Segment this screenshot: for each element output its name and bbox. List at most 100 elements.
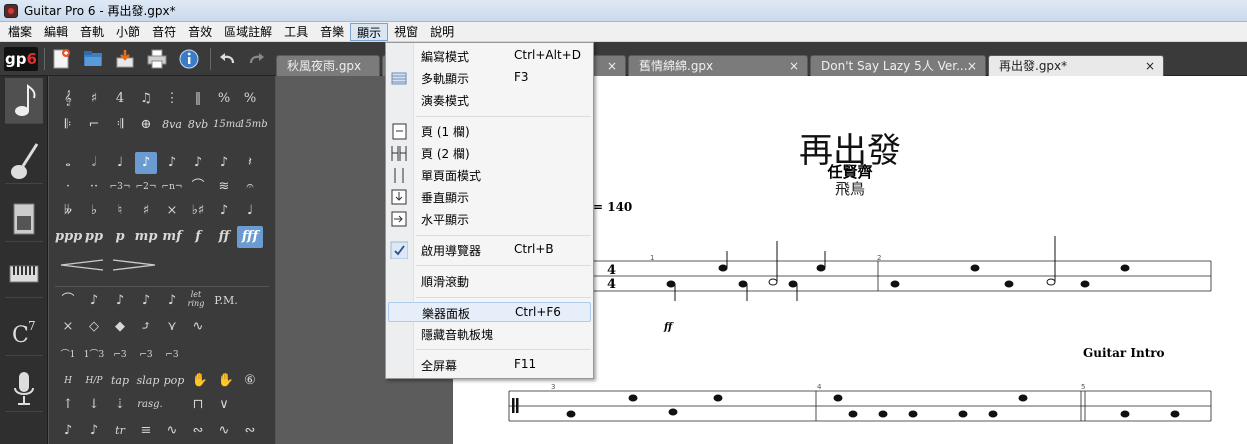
- clef-icon[interactable]: 𝄞: [57, 88, 79, 110]
- eighth-note-icon[interactable]: ♪: [135, 152, 157, 174]
- gp6-logo[interactable]: gp6: [4, 47, 38, 71]
- time-signature-icon[interactable]: 4: [109, 88, 131, 110]
- triplet-feel-icon[interactable]: ♫: [135, 88, 157, 110]
- menu-edit[interactable]: 編輯: [38, 23, 74, 41]
- close-tab-icon[interactable]: ×: [607, 56, 617, 76]
- menu-window[interactable]: 視窗: [388, 23, 424, 41]
- alternate-ending-icon[interactable]: ⌐: [83, 114, 105, 136]
- menu-item-multitrack[interactable]: 多軌顯示 F3: [388, 68, 591, 88]
- repeat-two-measures-icon[interactable]: %: [239, 88, 261, 110]
- dotted-note-icon[interactable]: ·: [57, 176, 79, 198]
- tab-dont-say-lazy[interactable]: Don't Say Lazy 5人 Ver.... ×: [810, 55, 986, 76]
- harmonic-icon[interactable]: ◇: [83, 316, 105, 338]
- pick-down-icon[interactable]: ↓: [83, 394, 105, 416]
- menu-item-smooth-scroll[interactable]: 順滑滾動: [388, 271, 591, 291]
- whole-note-icon[interactable]: 𝅝: [57, 152, 79, 174]
- tuplet-icon[interactable]: ⌐2¬: [135, 176, 157, 198]
- dynamic-f[interactable]: f: [187, 226, 209, 248]
- dynamic-ppp[interactable]: ppp: [55, 226, 82, 248]
- artificial-harmonic-icon[interactable]: ◆: [109, 316, 131, 338]
- sixty-fourth-note-icon[interactable]: ♪: [213, 152, 235, 174]
- keyboard-panel-icon[interactable]: [5, 252, 43, 298]
- menu-item-hide-track-panel[interactable]: 隱藏音軌板塊: [388, 324, 591, 344]
- right-hand-icon[interactable]: ✋: [215, 370, 237, 392]
- repeat-close-icon[interactable]: 𝄇: [109, 114, 131, 136]
- fermata-icon[interactable]: 𝄐: [239, 176, 261, 198]
- menu-item-fullscreen[interactable]: 全屏幕 F11: [388, 355, 591, 375]
- thirty-second-note-icon[interactable]: ♪: [187, 152, 209, 174]
- heavy-accent-icon[interactable]: ♪: [135, 290, 157, 312]
- amp-panel-icon[interactable]: [5, 196, 43, 242]
- tab-jiuqingmianmian[interactable]: 舊情綿綿.gpx ×: [628, 55, 808, 76]
- info-icon[interactable]: [178, 48, 200, 70]
- key-signature-icon[interactable]: ♯: [83, 88, 105, 110]
- menu-item-page-two-columns[interactable]: 頁 (2 欄): [388, 143, 591, 163]
- close-tab-icon[interactable]: ×: [1145, 56, 1155, 76]
- chord-panel-icon[interactable]: C7: [5, 310, 43, 356]
- slide-out-icon[interactable]: ⌐3: [161, 344, 183, 366]
- redo-icon[interactable]: [246, 48, 268, 70]
- sixteenth-note-icon[interactable]: ♪: [161, 152, 183, 174]
- menu-item-vertical-view[interactable]: 垂直顯示: [388, 187, 591, 207]
- dynamic-fff[interactable]: fff: [237, 226, 263, 248]
- close-tab-icon[interactable]: ×: [789, 56, 799, 76]
- quindicesima-up-icon[interactable]: 15ma: [213, 114, 241, 136]
- bend-icon[interactable]: ⤴: [135, 316, 157, 338]
- menu-item-horizontal-view[interactable]: 水平顯示: [388, 209, 591, 229]
- turn-icon[interactable]: ∾: [187, 420, 209, 442]
- grace-note-after-icon[interactable]: ♩: [239, 200, 261, 222]
- slide-icon[interactable]: ⌐3: [109, 344, 131, 366]
- dynamic-mp[interactable]: mp: [133, 226, 159, 248]
- microphone-panel-icon[interactable]: [5, 366, 43, 412]
- menu-item-navigator[interactable]: 啟用導覽器 Ctrl+B: [388, 240, 591, 260]
- legato-slide-icon[interactable]: ⌐3: [135, 344, 157, 366]
- menu-music[interactable]: 音樂: [314, 23, 350, 41]
- ottava-up-icon[interactable]: 8va: [161, 114, 183, 136]
- hammer-icon[interactable]: H: [57, 370, 79, 392]
- menu-item-single-page[interactable]: 單頁面模式: [388, 165, 591, 185]
- ghost-note-icon[interactable]: ♪: [83, 290, 105, 312]
- menu-view[interactable]: 顯示: [350, 22, 389, 41]
- slight-vibrato-icon[interactable]: ∾: [239, 420, 261, 442]
- trill-icon[interactable]: tr: [109, 420, 131, 442]
- accent-icon[interactable]: ♪: [109, 290, 131, 312]
- dotted-bar-icon[interactable]: ⋮: [161, 88, 183, 110]
- save-icon[interactable]: [114, 48, 136, 70]
- menu-tools[interactable]: 工具: [278, 23, 314, 41]
- double-sharp-icon[interactable]: ×: [161, 200, 183, 222]
- tap-icon[interactable]: tap: [109, 370, 131, 392]
- upstroke-icon[interactable]: ⊓: [187, 394, 209, 416]
- tab-qiufengyeyu[interactable]: 秋風夜雨.gpx: [276, 55, 380, 76]
- notation-panel-icon[interactable]: [5, 78, 43, 124]
- slap-icon[interactable]: slap: [135, 370, 161, 392]
- menu-track[interactable]: 音軌: [74, 23, 110, 41]
- palm-mute-icon[interactable]: P.M.: [211, 290, 241, 312]
- fingering-icon[interactable]: ⑥: [239, 370, 261, 392]
- double-flat-icon[interactable]: 𝄫: [57, 200, 79, 222]
- rest-icon[interactable]: 𝄽: [239, 152, 261, 174]
- downstroke-icon[interactable]: ∨: [213, 394, 235, 416]
- repeat-measure-icon[interactable]: %: [213, 88, 235, 110]
- grace-note-icon[interactable]: ♪: [213, 200, 235, 222]
- flat-icon[interactable]: ♭: [83, 200, 105, 222]
- natural-icon[interactable]: ♮: [109, 200, 131, 222]
- menu-file[interactable]: 檔案: [2, 23, 38, 41]
- vibrato-icon[interactable]: ∿: [187, 316, 209, 338]
- coda-icon[interactable]: ⊕: [135, 114, 157, 136]
- trill-note-icon[interactable]: ♪: [57, 420, 79, 442]
- undo-icon[interactable]: [216, 48, 238, 70]
- wide-vibrato-icon[interactable]: ∿: [161, 420, 183, 442]
- tab-zaichufa[interactable]: 再出發.gpx* ×: [988, 55, 1164, 76]
- hammer-on-icon[interactable]: ⌒1: [57, 344, 79, 366]
- left-hand-icon[interactable]: ✋: [189, 370, 211, 392]
- transpose-icon[interactable]: ♭♯: [187, 200, 209, 222]
- pull-off-icon[interactable]: 1⌒3: [83, 344, 105, 366]
- tie-icon[interactable]: ⌒: [187, 176, 209, 198]
- hammer-pull-icon[interactable]: H/P: [83, 370, 105, 392]
- double-bar-icon[interactable]: ‖: [187, 88, 209, 110]
- dynamic-p[interactable]: p: [109, 226, 131, 248]
- custom-tuplet-icon[interactable]: ⌐n¬: [161, 176, 183, 198]
- triplet-icon[interactable]: ⌐3¬: [109, 176, 131, 198]
- menu-item-play-mode[interactable]: 演奏模式: [388, 90, 591, 110]
- half-note-icon[interactable]: 𝅗𝅥: [83, 152, 105, 174]
